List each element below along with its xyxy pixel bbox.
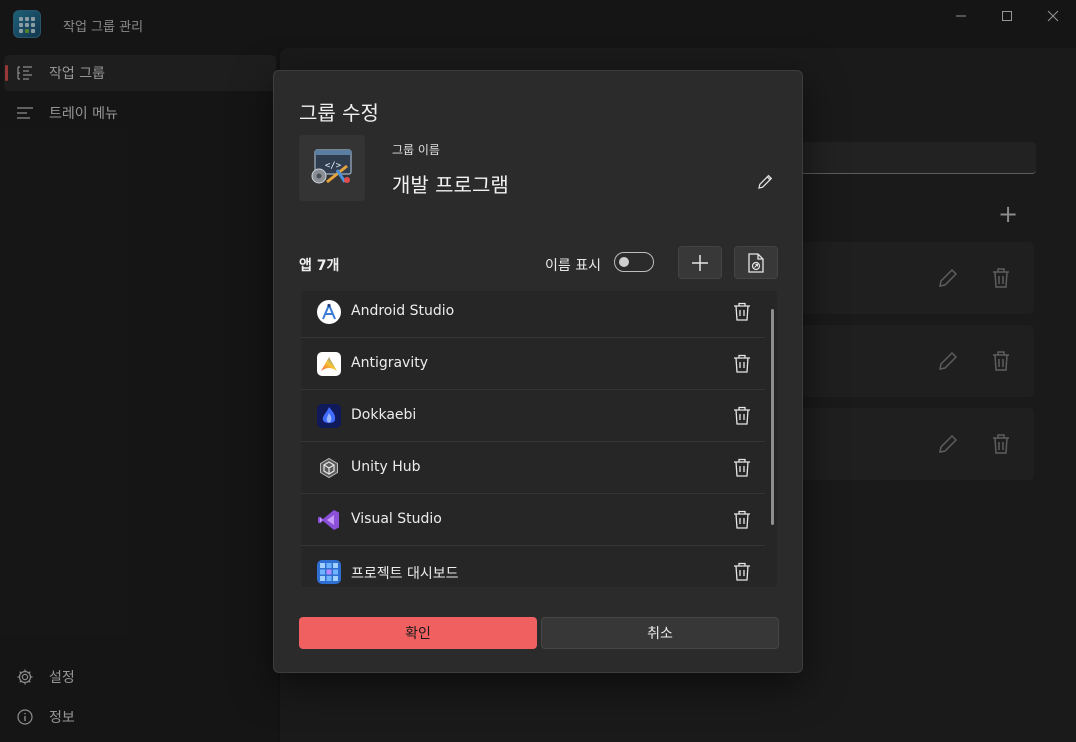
- plus-icon: [692, 254, 708, 271]
- add-app-button[interactable]: [678, 246, 722, 279]
- confirm-button[interactable]: 확인: [299, 617, 537, 649]
- svg-text:</>: </>: [325, 161, 342, 171]
- show-name-toggle[interactable]: [614, 252, 654, 272]
- cancel-button[interactable]: 취소: [541, 617, 779, 649]
- app-list-scrollbar[interactable]: [771, 309, 774, 525]
- project-dashboard-icon: [317, 560, 341, 584]
- list-item[interactable]: Visual Studio: [301, 494, 765, 546]
- trash-icon[interactable]: [733, 510, 751, 530]
- edit-group-dialog: 그룹 수정 </> 그룹 이름 개발 프로그램 앱 7개 이름 표시 Andro…: [273, 70, 803, 673]
- trash-icon[interactable]: [733, 406, 751, 426]
- list-item[interactable]: Dokkaebi: [301, 390, 765, 442]
- app-name: 프로젝트 대시보드: [351, 566, 459, 582]
- app-name: Dokkaebi: [351, 407, 417, 423]
- apps-count-label: 앱 7개: [299, 258, 340, 274]
- file-shortcut-icon: [748, 252, 764, 273]
- visual-studio-icon: [317, 508, 341, 532]
- dialog-title: 그룹 수정: [299, 101, 379, 125]
- list-item[interactable]: Antigravity: [301, 338, 765, 390]
- add-file-shortcut-button[interactable]: [734, 246, 778, 279]
- list-item[interactable]: 프로젝트 대시보드: [301, 546, 765, 587]
- trash-icon[interactable]: [733, 302, 751, 322]
- developer-tools-icon: </>: [311, 149, 352, 184]
- app-name: Unity Hub: [351, 459, 421, 475]
- trash-icon[interactable]: [733, 354, 751, 374]
- list-item[interactable]: Android Studio: [301, 291, 765, 338]
- unity-hub-icon: [317, 456, 341, 480]
- trash-icon[interactable]: [733, 458, 751, 478]
- edit-name-pencil-icon[interactable]: [756, 173, 774, 191]
- trash-icon[interactable]: [733, 562, 751, 582]
- app-name: Android Studio: [351, 303, 455, 319]
- list-item[interactable]: Unity Hub: [301, 442, 765, 494]
- group-name-label: 그룹 이름: [392, 143, 440, 157]
- group-name-value: 개발 프로그램: [392, 173, 509, 197]
- android-studio-icon: [317, 300, 341, 324]
- app-list[interactable]: Android Studio Antigravity Dokkaebi Unit…: [301, 291, 777, 587]
- antigravity-icon: [317, 352, 341, 376]
- show-name-label: 이름 표시: [545, 258, 601, 274]
- app-name: Visual Studio: [351, 511, 442, 527]
- dokkaebi-icon: [317, 404, 341, 428]
- group-icon-button[interactable]: </>: [299, 135, 365, 201]
- app-name: Antigravity: [351, 355, 428, 371]
